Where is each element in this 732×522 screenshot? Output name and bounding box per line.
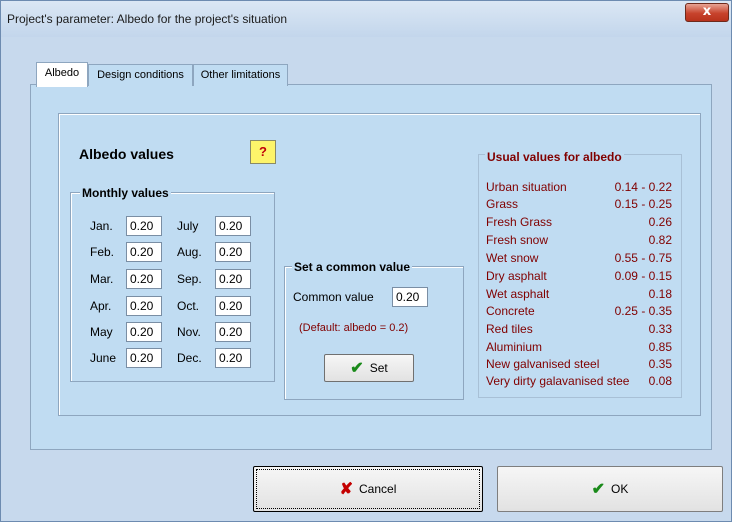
month-label: July xyxy=(177,219,199,233)
month-label: June xyxy=(90,351,117,365)
close-icon: x xyxy=(702,4,712,19)
usual-values-title: Usual values for albedo xyxy=(485,150,624,164)
usual-item-value: 0.26 xyxy=(648,215,672,229)
common-value-label: Common value xyxy=(293,290,374,304)
tab-design-conditions-label: Design conditions xyxy=(97,69,184,81)
usual-item-name: Concrete xyxy=(486,304,535,318)
usual-item-value: 0.14 - 0.22 xyxy=(614,180,672,194)
month-label: Dec. xyxy=(177,351,202,365)
usual-item-name: Wet asphalt xyxy=(486,287,550,301)
month-input-mar[interactable]: 0.20 xyxy=(126,269,162,289)
usual-item-name: Urban situation xyxy=(486,180,567,194)
month-label: Feb. xyxy=(90,245,115,259)
ok-button-label: OK xyxy=(611,482,629,496)
month-label: Sep. xyxy=(177,272,202,286)
check-icon: ✔ xyxy=(591,480,606,498)
usual-item-value: 0.08 xyxy=(648,374,672,388)
usual-item-value: 0.55 - 0.75 xyxy=(614,251,672,265)
section-title: Albedo values xyxy=(79,146,174,162)
tab-albedo-label: Albedo xyxy=(44,67,80,79)
month-input-apr[interactable]: 0.20 xyxy=(126,296,162,316)
month-input-sep[interactable]: 0.20 xyxy=(215,269,251,289)
help-button[interactable]: ? xyxy=(250,140,276,164)
tab-design-conditions[interactable]: Design conditions xyxy=(88,64,193,86)
month-input-oct[interactable]: 0.20 xyxy=(215,296,251,316)
set-button[interactable]: ✔ Set xyxy=(324,354,414,382)
cross-icon: ✘ xyxy=(339,480,354,498)
month-label: Jan. xyxy=(90,219,113,233)
common-value-input[interactable]: 0.20 xyxy=(392,287,428,307)
cancel-button-label: Cancel xyxy=(359,482,397,496)
month-input-june[interactable]: 0.20 xyxy=(126,348,162,368)
title-bar: Project's parameter: Albedo for the proj… xyxy=(1,1,731,37)
tab-other-limitations-label: Other limitations xyxy=(200,69,281,81)
usual-item-value: 0.25 - 0.35 xyxy=(614,304,672,318)
tab-albedo[interactable]: Albedo xyxy=(36,62,88,87)
usual-item-name: Red tiles xyxy=(486,322,533,336)
window-title: Project's parameter: Albedo for the proj… xyxy=(7,12,288,26)
usual-item-name: Fresh Grass xyxy=(486,215,553,229)
usual-item-value: 0.09 - 0.15 xyxy=(614,269,672,283)
usual-item-value: 0.18 xyxy=(648,287,672,301)
set-button-label: Set xyxy=(369,361,388,375)
usual-item-value: 0.35 xyxy=(648,357,672,371)
month-label: Aug. xyxy=(177,245,202,259)
month-input-jan[interactable]: 0.20 xyxy=(126,216,162,236)
usual-item-name: Wet snow xyxy=(486,251,539,265)
month-input-may[interactable]: 0.20 xyxy=(126,322,162,342)
common-value-title: Set a common value xyxy=(292,260,413,274)
month-label: Oct. xyxy=(177,299,200,313)
usual-item-name: Fresh snow xyxy=(486,233,549,247)
month-label: May xyxy=(90,325,113,339)
usual-item-value: 0.15 - 0.25 xyxy=(614,197,672,211)
close-button[interactable]: x xyxy=(685,3,729,22)
monthly-values-title: Monthly values xyxy=(80,186,171,200)
help-icon: ? xyxy=(259,144,267,159)
check-icon: ✔ xyxy=(350,359,364,377)
month-label: Mar. xyxy=(90,272,114,286)
usual-item-name: Dry asphalt xyxy=(486,269,547,283)
usual-item-name: Aluminium xyxy=(486,340,543,354)
usual-item-value: 0.85 xyxy=(648,340,672,354)
default-note: (Default: albedo = 0.2) xyxy=(299,322,409,334)
cancel-button[interactable]: ✘ Cancel xyxy=(253,466,483,512)
month-input-aug[interactable]: 0.20 xyxy=(215,242,251,262)
usual-item-value: 0.82 xyxy=(648,233,672,247)
month-input-nov[interactable]: 0.20 xyxy=(215,322,251,342)
usual-item-value: 0.33 xyxy=(648,322,672,336)
month-input-dec[interactable]: 0.20 xyxy=(215,348,251,368)
month-input-feb[interactable]: 0.20 xyxy=(126,242,162,262)
tab-other-limitations[interactable]: Other limitations xyxy=(193,64,288,86)
month-input-july[interactable]: 0.20 xyxy=(215,216,251,236)
usual-item-name: Grass xyxy=(486,197,519,211)
month-label: Nov. xyxy=(177,325,201,339)
ok-button[interactable]: ✔ OK xyxy=(497,466,723,512)
month-label: Apr. xyxy=(90,299,112,313)
